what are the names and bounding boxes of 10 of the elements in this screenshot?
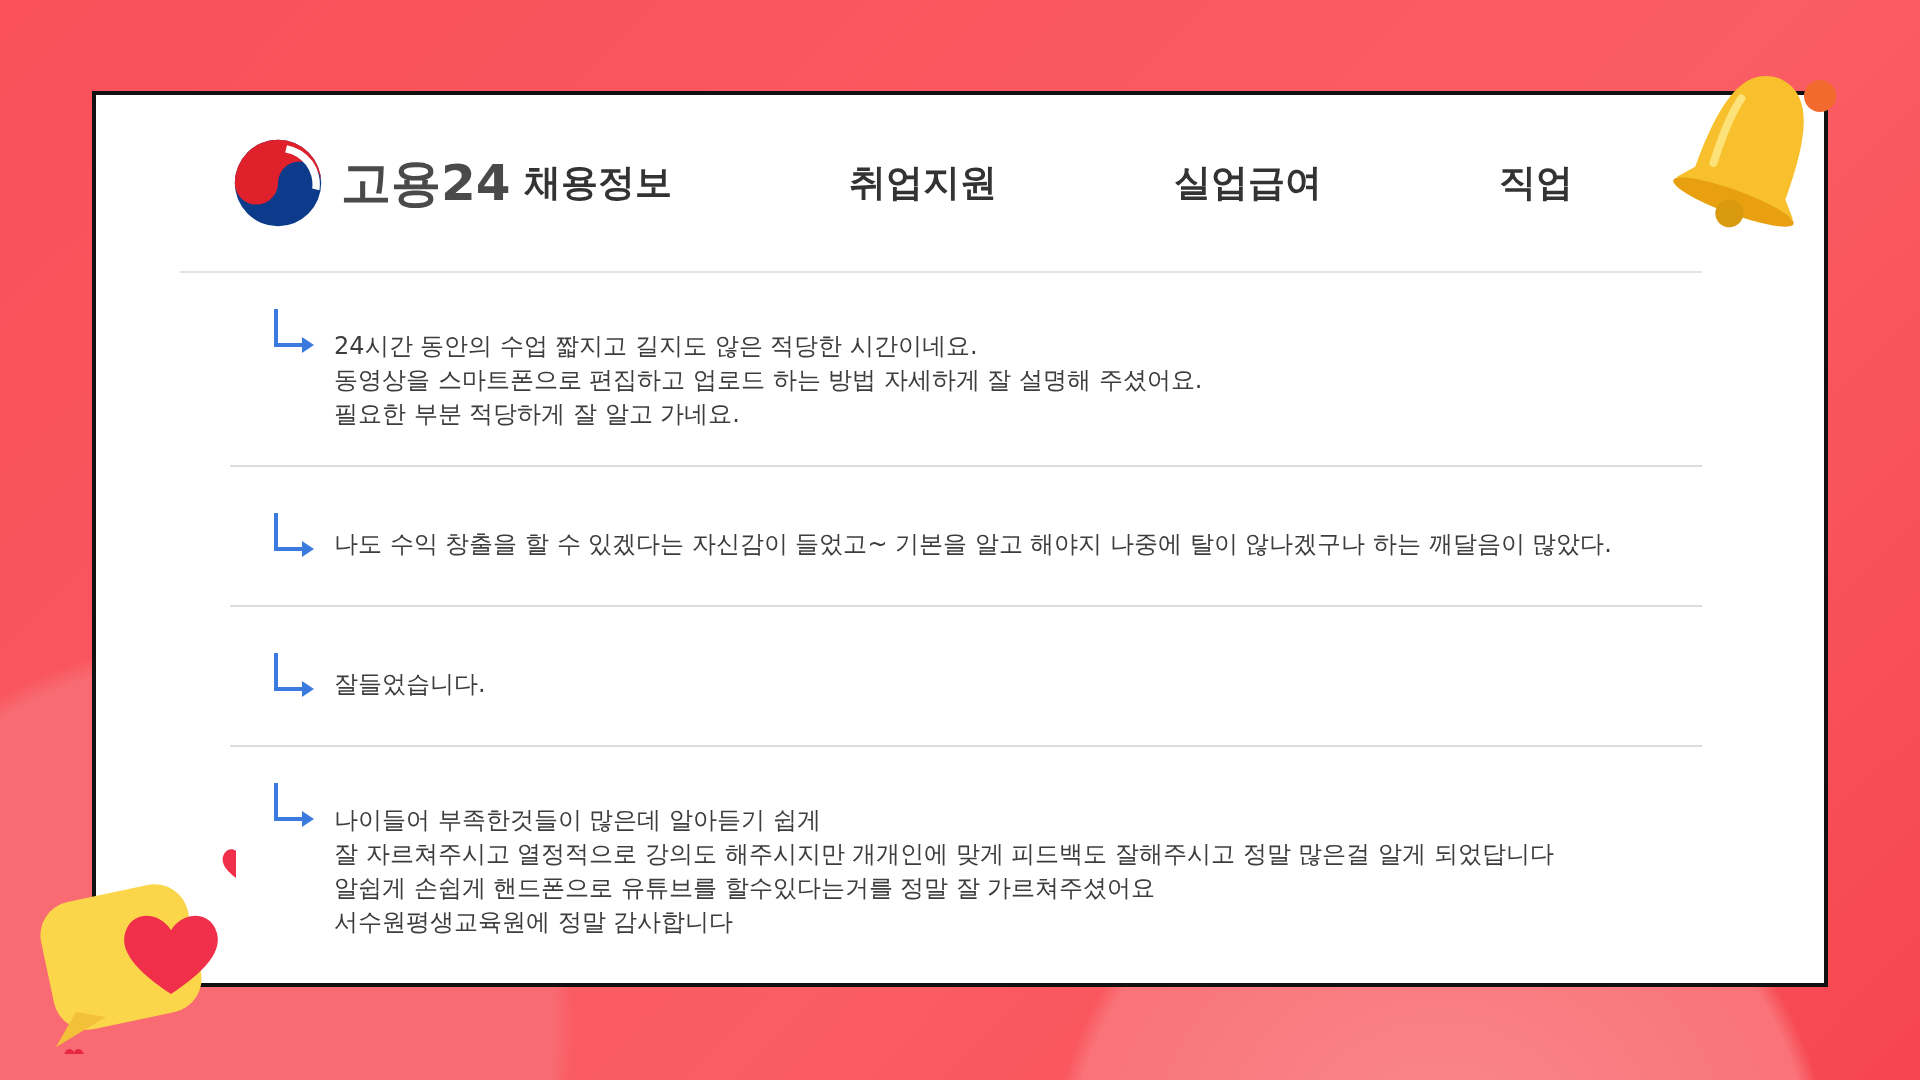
- nav-link[interactable]: 직업: [1499, 158, 1824, 208]
- logo-icon: [233, 138, 323, 228]
- nav-link[interactable]: 취업지원: [849, 158, 1174, 208]
- review-text: 잘들었습니다.: [334, 669, 486, 700]
- review-text: 나도 수익 창출을 할 수 있겠다는 자신감이 들었고~ 기본을 알고 해야지 나중에 탈이 않나겠구나 하는 깨달음이 많았다.: [334, 529, 1612, 560]
- review-text: 나이들어 부족한것들이 많은데 알아듣기 쉽게 잘 자르쳐주시고 열정적으로 강의도 해주시지만 개개인에 맞게 피드백도 잘해주시고 정말 많은걸 알게 되었답니다 알쉽게 손쉽게 핸드폰으로 유튜브를 할수있다는거를 정말 잘 가르쳐주셨어요 서수원평생교육원에 정말 감사합니다: [334, 805, 1554, 938]
- review-text: 24시간 동안의 수업 짧지고 길지도 않은 적당한 시간이네요. 동영상을 스마트폰으로 편집하고 업로드 하는 방법 자세하게 잘 설명해 주셨어요. 필요한 부분 적당하게 잘 알고 가네요.: [334, 331, 1203, 430]
- nav-link[interactable]: 실업급여: [1174, 158, 1499, 208]
- logo-text: 고용24: [341, 152, 511, 214]
- nav-link[interactable]: 채용정보: [524, 158, 849, 208]
